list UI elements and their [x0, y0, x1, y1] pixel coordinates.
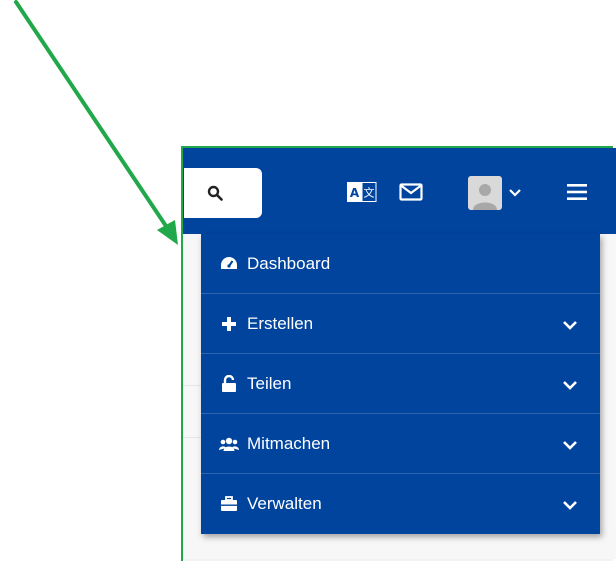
chevron-down-icon [563, 501, 577, 510]
main-menu-button[interactable] [566, 180, 588, 204]
language-button[interactable]: A 文 [347, 181, 377, 203]
menu-item-label: Dashboard [247, 253, 331, 273]
search-icon [207, 185, 223, 201]
svg-text:文: 文 [364, 186, 375, 200]
menu-item-erstellen[interactable]: Erstellen [201, 294, 600, 354]
menu-item-label: Erstellen [247, 313, 314, 333]
svg-text:A: A [350, 186, 360, 200]
chevron-down-icon [563, 320, 577, 330]
user-menu-button[interactable] [466, 175, 524, 211]
plus-icon [219, 314, 239, 334]
divider [183, 385, 201, 386]
menu-item-label: Teilen [247, 373, 292, 393]
menu-item-label: Mitmachen [247, 433, 331, 453]
divider [183, 437, 201, 438]
chevron-down-icon [563, 380, 577, 390]
mail-icon [399, 183, 423, 201]
menu-item-verwalten[interactable]: Verwalten [201, 474, 600, 534]
messages-button[interactable] [398, 181, 424, 203]
unlock-icon [219, 374, 239, 394]
chevron-down-icon [509, 189, 521, 197]
user-avatar-icon [473, 184, 497, 210]
briefcase-icon [219, 494, 239, 514]
dashboard-icon [219, 254, 239, 274]
menu-item-dashboard[interactable]: Dashboard [201, 234, 600, 294]
avatar [468, 176, 502, 210]
translate-icon: A 文 [347, 182, 377, 202]
hamburger-icon [567, 184, 587, 200]
search-button[interactable] [184, 168, 262, 218]
chevron-down-icon [563, 440, 577, 450]
menu-item-teilen[interactable]: Teilen [201, 354, 600, 414]
users-icon [219, 434, 239, 454]
menu-item-mitmachen[interactable]: Mitmachen [201, 414, 600, 474]
menu-item-label: Verwalten [247, 494, 322, 513]
main-dropdown-menu: Dashboard Erstellen Teilen Mitmachen Ver… [201, 234, 600, 534]
